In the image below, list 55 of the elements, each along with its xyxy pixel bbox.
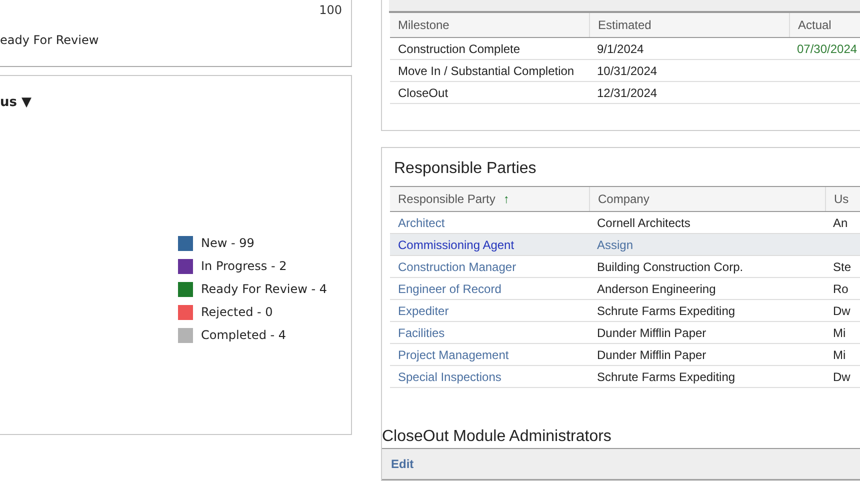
table-cell: 07/30/2024 [797, 42, 858, 56]
table-cell: Ste [833, 260, 852, 274]
table-cell: Dunder Mifflin Paper [597, 348, 706, 362]
table-cell: Anderson Engineering [597, 282, 716, 296]
column-header[interactable]: Actual [789, 13, 860, 37]
table-cell-text: CloseOut [397, 84, 450, 102]
table-row[interactable]: Expediter Schrute Farms Expediting Dw [390, 300, 860, 322]
edit-link[interactable]: Edit [391, 457, 414, 471]
table-cell-text: 12/31/2024 [596, 84, 658, 102]
table-row[interactable]: Engineer of Record Anderson Engineering Ro [390, 278, 860, 300]
column-header[interactable]: Company [589, 187, 825, 211]
party-link[interactable]: Architect [398, 216, 445, 230]
status-text: eady For Review [0, 33, 100, 47]
party-link[interactable]: Expediter [398, 304, 449, 318]
table-row[interactable]: Construction Manager Building Construction Corp. Ste [390, 256, 860, 278]
section-title: Responsible Parties [393, 159, 538, 179]
table-cell: Dunder Mifflin Paper [597, 326, 706, 340]
table-row[interactable]: Commissioning Agent Assign [390, 234, 860, 256]
party-link[interactable]: Project Management [398, 348, 509, 362]
table-cell-text: Move In / Substantial Completion [397, 62, 576, 80]
table-cell: Ro [833, 282, 848, 296]
section-title: CloseOut Module Administrators [382, 428, 612, 447]
table-cell-text: Construction Complete [397, 40, 522, 58]
table-cell: Building Construction Corp. [597, 260, 744, 274]
table-cell-text: 9/1/2024 [596, 40, 645, 58]
legend-label: Rejected - 0 [201, 305, 273, 319]
table-cell: Dw [833, 304, 850, 318]
legend-label: In Progress - 2 [201, 259, 287, 273]
table-cell: Mi [833, 348, 846, 362]
party-link[interactable]: Engineer of Record [398, 282, 502, 296]
table-cell: Mi [833, 326, 846, 340]
column-header[interactable]: Responsible Party [398, 192, 496, 206]
panel-title[interactable]: us ▼ [0, 76, 351, 110]
table-cell-text: 10/31/2024 [596, 62, 658, 80]
legend-label: Ready For Review - 4 [201, 282, 328, 296]
party-link[interactable]: Special Inspections [398, 370, 502, 384]
table-cell: Schrute Farms Expediting [597, 370, 736, 384]
table-cell: An [833, 216, 848, 230]
table-cell: Dw [833, 370, 850, 384]
column-header[interactable]: Us [825, 187, 860, 211]
value-text: 100 [318, 2, 343, 17]
column-header[interactable]: Milestone [390, 13, 589, 37]
party-link[interactable]: Facilities [398, 326, 445, 340]
table-row[interactable]: Project Management Dunder Mifflin Paper Mi [390, 344, 860, 366]
sort-ascending-icon[interactable]: ↑ [503, 192, 510, 206]
legend-label: New - 99 [201, 236, 254, 250]
table-cell: Cornell Architects [597, 216, 690, 230]
party-link[interactable]: Commissioning Agent [398, 238, 514, 252]
column-header[interactable]: Estimated [589, 13, 789, 37]
table-row[interactable]: Special Inspections Schrute Farms Expediting Dw [390, 366, 860, 388]
party-link[interactable]: Construction Manager [398, 260, 516, 274]
legend-label: Completed - 4 [201, 328, 286, 342]
assign-link[interactable]: Assign [597, 238, 634, 252]
table-cell: Schrute Farms Expediting [597, 304, 736, 318]
table-row[interactable]: Facilities Dunder Mifflin Paper Mi [390, 322, 860, 344]
